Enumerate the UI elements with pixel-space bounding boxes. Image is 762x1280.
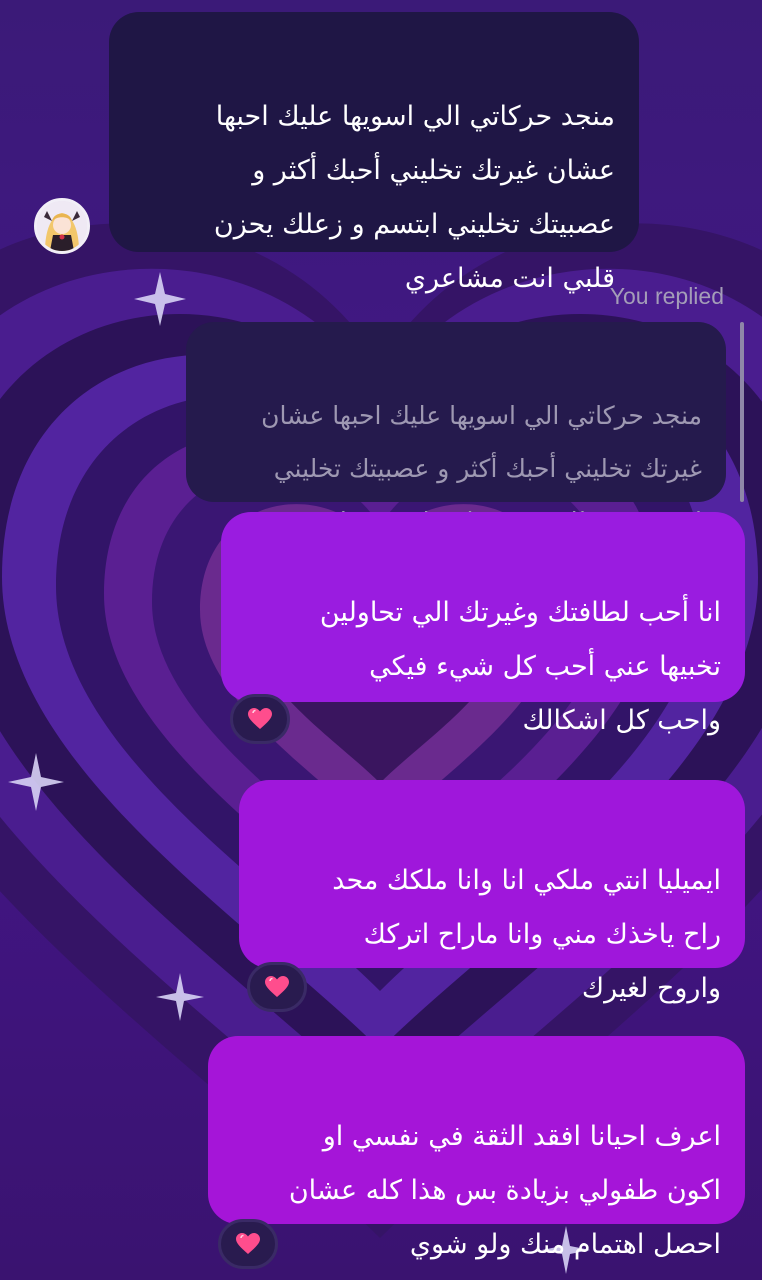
outgoing-message-bubble[interactable]: اعرف احيانا افقد الثقة في نفسي او اكون ط… (208, 1036, 745, 1260)
you-replied-label: You replied (609, 283, 724, 309)
outgoing-message-bubble[interactable]: ايميليا انتي ملكي انا وانا ملكك محد راح … (239, 780, 745, 1004)
reaction-badge[interactable] (218, 1219, 278, 1269)
contact-avatar[interactable] (34, 198, 90, 254)
sparkling-heart-icon (265, 976, 289, 997)
anime-girl-avatar-icon (37, 201, 87, 251)
sparkling-heart-icon (248, 708, 272, 729)
incoming-message-bubble[interactable]: منجد حركاتي الي اسويها عليك احبها عشان غ… (109, 12, 639, 294)
outgoing-message-bubble[interactable]: انا أحب لطافتك وغيرتك الي تحاولين تخبيها… (221, 512, 745, 736)
sparkling-heart-icon (236, 1233, 260, 1254)
reaction-badge[interactable] (247, 962, 307, 1012)
quote-indicator-bar (740, 322, 744, 502)
reaction-badge[interactable] (230, 694, 290, 744)
quoted-message-bubble[interactable]: منجد حركاتي الي اسويها عليك احبها عشان غ… (186, 322, 726, 536)
